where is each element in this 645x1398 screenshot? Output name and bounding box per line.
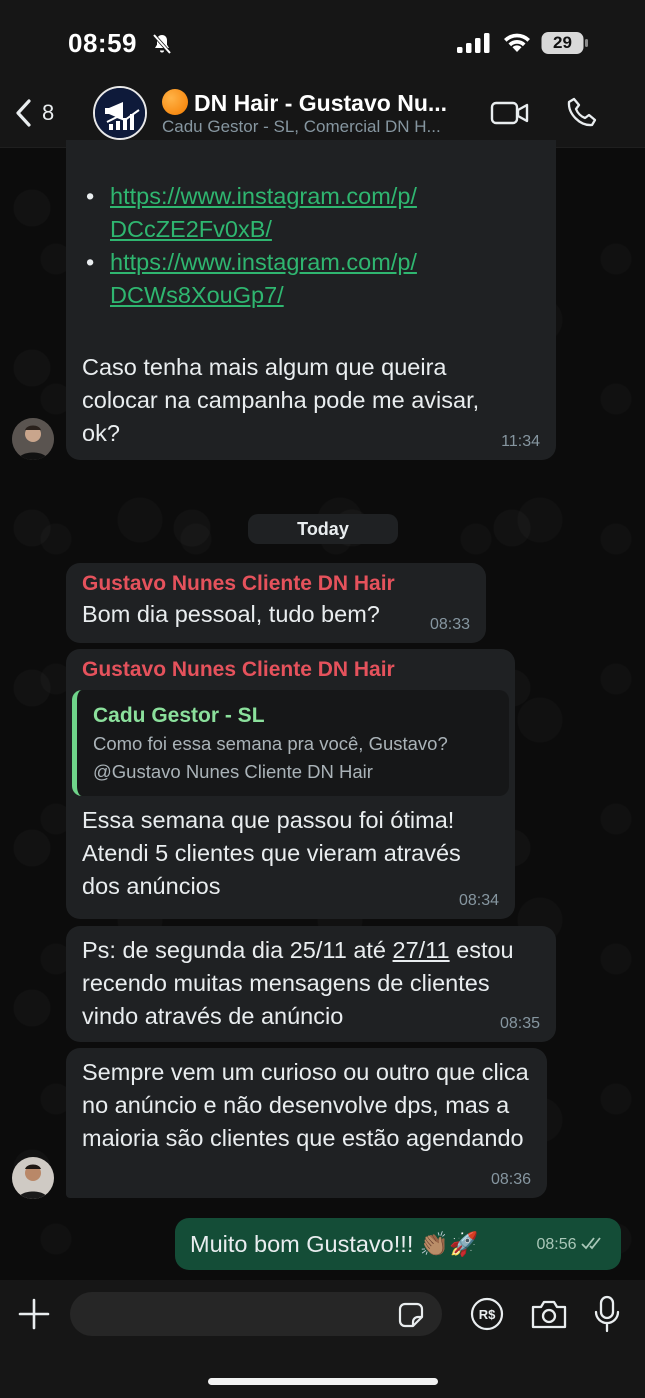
home-indicator	[208, 1378, 438, 1385]
message-text: Essa semana que passou foi ótima! Atendi…	[82, 807, 461, 899]
back-button[interactable]: 8	[14, 94, 74, 132]
message-time: 08:36	[490, 1171, 531, 1188]
message-bubble-incoming[interactable]: Sempre vem um curioso ou outro que clica…	[66, 1048, 547, 1198]
message-status: 08:56	[537, 1235, 606, 1255]
payment-icon[interactable]: R$	[470, 1297, 504, 1331]
message-input[interactable]	[70, 1292, 442, 1336]
message-time: 08:56	[536, 1236, 577, 1253]
chevron-left-icon	[16, 99, 31, 127]
link-list: https://www.instagram.com/p/DCcZE2Fv0xB/…	[82, 180, 540, 312]
cellular-signal-icon	[457, 33, 490, 53]
sticker-icon[interactable]	[396, 1300, 426, 1330]
person-photo-icon	[12, 1157, 54, 1199]
sender-name[interactable]: Gustavo Nunes Cliente DN Hair	[82, 570, 470, 598]
video-call-icon[interactable]	[490, 98, 530, 128]
message-text: Caso tenha mais algum que queira colocar…	[82, 354, 480, 446]
microphone-icon[interactable]	[593, 1295, 621, 1333]
unread-count: 8	[42, 100, 55, 125]
message-composer: R$	[0, 1280, 645, 1398]
message-bubble-incoming[interactable]: https://www.instagram.com/p/DCcZE2Fv0xB/…	[66, 140, 556, 460]
phone-call-icon[interactable]	[565, 96, 599, 130]
svg-text:R$: R$	[479, 1307, 496, 1322]
instagram-link[interactable]: https://www.instagram.com/p/DCWs8XouGp7/	[110, 249, 417, 308]
group-avatar[interactable]	[93, 86, 147, 140]
quoted-message[interactable]: Cadu Gestor - SL Como foi essa semana pr…	[72, 690, 509, 796]
chat-header: 8 DN Hair - Gustavo Nu... Cadu Gestor - …	[0, 80, 645, 148]
quoted-sender: Cadu Gestor - SL	[93, 704, 265, 727]
message-time: 08:34	[458, 892, 499, 909]
camera-icon[interactable]	[530, 1298, 568, 1330]
plus-icon[interactable]	[16, 1296, 52, 1332]
message-bubble-incoming[interactable]: Gustavo Nunes Cliente DN Hair Bom dia pe…	[66, 563, 486, 643]
megaphone-chart-logo-icon	[95, 88, 145, 138]
message-bubble-incoming[interactable]: Ps: de segunda dia 25/11 até 27/11 estou…	[66, 926, 556, 1042]
message-time: 08:33	[429, 616, 470, 633]
message-text: Sempre vem um curioso ou outro que clica…	[82, 1059, 529, 1151]
battery-indicator: 29	[541, 31, 589, 55]
sender-avatar[interactable]	[12, 1157, 54, 1199]
group-title[interactable]: DN Hair - Gustavo Nu...	[162, 89, 482, 117]
quoted-mention: @Gustavo Nunes Cliente DN Hair	[93, 761, 373, 782]
battery-level: 29	[553, 33, 572, 52]
message-text: Ps: de segunda dia 25/11 até 27/11 estou…	[82, 937, 514, 1029]
orange-circle-icon	[162, 89, 188, 115]
message-text: Bom dia pessoal, tudo bem?	[82, 601, 380, 627]
message-text: Muito bom Gustavo!!! 👏🏽🚀	[190, 1231, 479, 1257]
bell-off-icon	[152, 33, 172, 55]
group-members[interactable]: Cadu Gestor - SL, Comercial DN H...	[162, 117, 482, 137]
person-photo-icon	[12, 418, 54, 460]
sender-name[interactable]: Gustavo Nunes Cliente DN Hair	[72, 656, 509, 684]
status-time: 08:59	[68, 28, 137, 58]
list-item: https://www.instagram.com/p/DCcZE2Fv0xB/	[82, 180, 540, 246]
list-item: https://www.instagram.com/p/DCWs8XouGp7/	[82, 246, 540, 312]
quoted-text: Como foi essa semana pra você, Gustavo?	[93, 733, 448, 754]
message-time: 11:34	[501, 433, 540, 450]
date-link[interactable]: 27/11	[393, 937, 450, 963]
message-time: 08:35	[499, 1015, 540, 1032]
status-bar: 08:59 29	[0, 0, 645, 80]
wifi-icon	[504, 33, 530, 52]
message-bubble-incoming[interactable]: Gustavo Nunes Cliente DN Hair Cadu Gesto…	[66, 649, 515, 919]
message-bubble-outgoing[interactable]: Muito bom Gustavo!!! 👏🏽🚀 08:56	[175, 1218, 621, 1270]
group-title-text: DN Hair - Gustavo Nu...	[194, 90, 448, 116]
instagram-link[interactable]: https://www.instagram.com/p/DCcZE2Fv0xB/	[110, 183, 417, 242]
sender-avatar[interactable]	[12, 418, 54, 460]
date-divider: Today	[248, 514, 398, 544]
double-check-icon	[581, 1237, 601, 1250]
